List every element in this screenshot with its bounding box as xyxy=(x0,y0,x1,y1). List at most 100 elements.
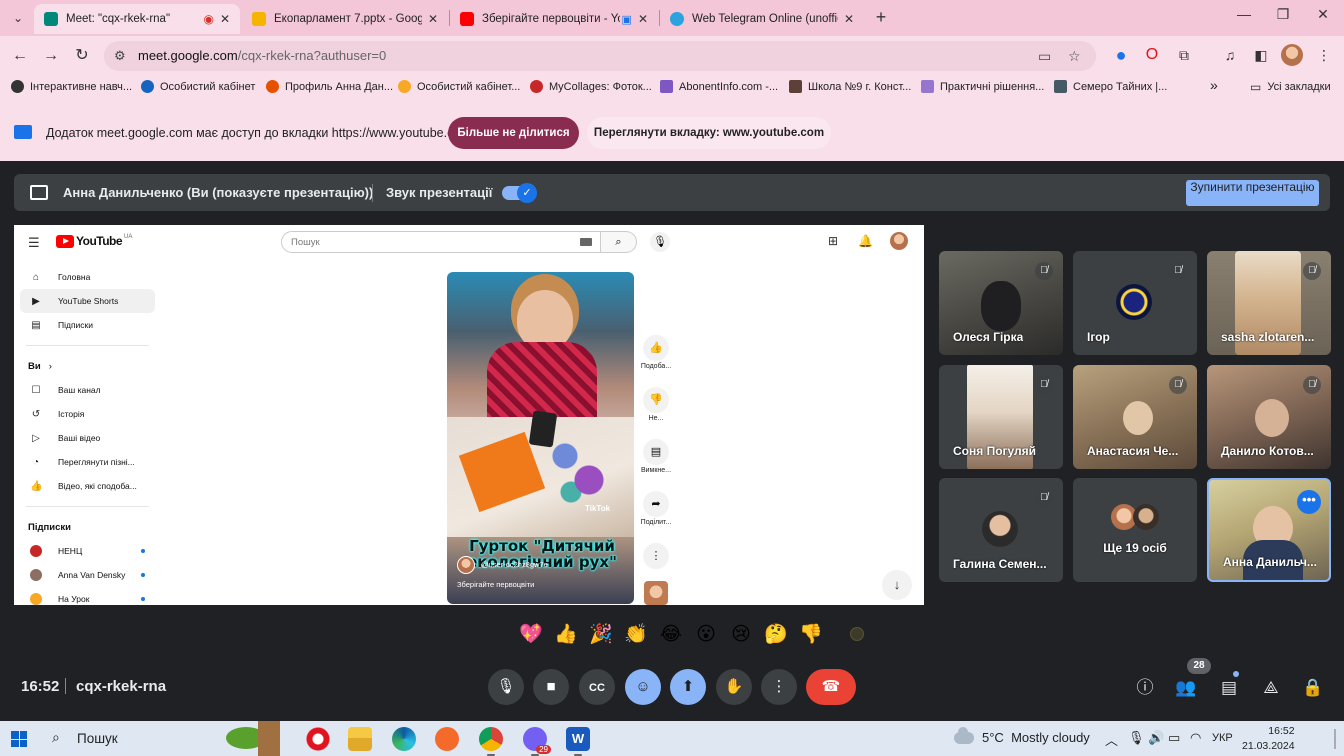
tab-meet[interactable]: Meet: "cqx-rkek-rna" ◉ ✕ xyxy=(34,4,240,34)
weather-widget[interactable]: 5°C Mostly cloudy xyxy=(954,726,1090,745)
taskbar-clock[interactable]: 16:52 21.03.2024 xyxy=(1242,724,1295,754)
browser-menu-icon[interactable]: ⋮ xyxy=(1313,44,1335,66)
reaction-sad-icon[interactable]: 😢 xyxy=(728,622,754,648)
presentation-sound-toggle[interactable]: ✓ xyxy=(502,183,537,203)
minimize-button[interactable]: — xyxy=(1229,6,1259,22)
address-bar[interactable]: ⚙ meet.google.com/cqx-rkek-rna?authuser=… xyxy=(104,41,1096,71)
all-bookmarks[interactable]: ▭ Усі закладки xyxy=(1250,80,1331,94)
yt-menu-icon[interactable]: ☰ xyxy=(28,235,40,251)
yt-search-input[interactable]: Пошук xyxy=(281,231,601,253)
wifi-icon[interactable]: ◠ xyxy=(1190,730,1201,746)
share-button[interactable]: ➦ Поділит... xyxy=(636,491,676,526)
view-tab-button[interactable]: Переглянути вкладку: www.youtube.com xyxy=(587,117,831,149)
participant-tile[interactable]: 🎙̸ Галина Семен... xyxy=(939,478,1063,582)
participant-tile[interactable]: 🎙̸ Соня Погуляй xyxy=(939,365,1063,469)
raise-hand-button[interactable]: ✋ xyxy=(716,669,752,705)
bookmark-item[interactable]: Практичні рішення... xyxy=(921,80,1044,93)
reaction-thinking-icon[interactable]: 🤔 xyxy=(763,622,789,648)
sidebar-sub-item[interactable]: Anna Van Densky xyxy=(20,563,155,587)
volume-icon[interactable]: 🔊 xyxy=(1148,730,1164,746)
yt-account-avatar[interactable] xyxy=(890,232,908,250)
reaction-heart-icon[interactable]: 💖 xyxy=(518,622,544,648)
sidebar-item-subscriptions[interactable]: ▤ Підписки xyxy=(20,313,155,337)
reaction-thumbs-down-icon[interactable]: 👎 xyxy=(798,622,824,648)
bookmark-item[interactable]: Особистий кабінет... xyxy=(398,80,520,93)
sidebar-item-watch-later[interactable]: ◔ Переглянути пізні... xyxy=(20,450,155,474)
reaction-laugh-icon[interactable]: 😂 xyxy=(658,622,684,648)
sidebar-item-home[interactable]: ⌂ Головна xyxy=(20,265,155,289)
profile-avatar[interactable] xyxy=(1281,44,1303,66)
reaction-clap-icon[interactable]: 👏 xyxy=(623,622,649,648)
bookmark-item[interactable]: Профиль Анна Дан... xyxy=(266,80,393,93)
reactions-button[interactable]: ☺ xyxy=(625,669,661,705)
app-orange-icon[interactable] xyxy=(435,727,459,751)
chrome-icon[interactable] xyxy=(479,727,503,756)
sidebar-item-shorts[interactable]: ▶ YouTube Shorts xyxy=(20,289,155,313)
stop-presenting-button[interactable]: Зупинити презентацію xyxy=(1186,180,1319,206)
next-short-button[interactable]: ↓ xyxy=(882,570,912,600)
bookmark-item[interactable]: Школа №9 г. Конст... xyxy=(789,80,911,93)
dislike-button[interactable]: 👎 Не... xyxy=(636,387,676,422)
self-tile[interactable]: ••• Анна Данильч... xyxy=(1207,478,1331,582)
sound-avatar[interactable] xyxy=(644,581,668,605)
close-tab-icon[interactable]: ✕ xyxy=(428,12,438,26)
side-panel-icon[interactable]: ◧ xyxy=(1250,44,1272,66)
taskbar-search[interactable]: ⌕ Пошук xyxy=(44,721,224,756)
back-button[interactable]: ← xyxy=(8,44,32,68)
windows-start-icon[interactable] xyxy=(11,731,27,747)
bookmark-item[interactable]: Семеро Тайних |... xyxy=(1054,80,1167,93)
keyboard-icon[interactable] xyxy=(580,238,592,246)
reaction-thumbs-up-icon[interactable]: 👍 xyxy=(553,622,579,648)
yt-voice-search-icon[interactable]: 🎙 xyxy=(650,232,670,252)
file-explorer-icon[interactable] xyxy=(348,727,372,751)
site-info-icon[interactable]: ⚙ xyxy=(114,48,126,64)
close-tab-icon[interactable]: ✕ xyxy=(220,12,230,26)
create-video-icon[interactable]: ⊞ xyxy=(828,234,838,248)
present-button[interactable]: ⬆ xyxy=(670,669,706,705)
extension-blue-dot-icon[interactable]: ● xyxy=(1110,44,1132,66)
display-icon[interactable]: ▭ xyxy=(1168,730,1180,746)
maximize-button[interactable]: ❐ xyxy=(1268,6,1298,23)
tray-mic-icon[interactable]: 🎙 xyxy=(1128,730,1145,746)
youtube-logo[interactable]: YouTube UA xyxy=(56,234,132,248)
sidebar-item-history[interactable]: ↺ Історія xyxy=(20,402,155,426)
activities-icon[interactable]: ⟁ xyxy=(1259,676,1283,700)
tab-search-button[interactable]: ⌄ xyxy=(6,6,30,30)
people-icon[interactable]: 👥 xyxy=(1174,676,1198,700)
bookmark-item[interactable]: Інтерактивне навч... xyxy=(11,80,132,93)
more-options-button[interactable]: ⋮ xyxy=(636,543,676,571)
chat-icon[interactable]: ▤ xyxy=(1217,676,1241,700)
bookmark-star-icon[interactable]: ☆ xyxy=(1068,48,1081,65)
viber-icon[interactable]: 29 xyxy=(523,727,551,756)
participant-tile[interactable]: 🎙̸ Олеся Гірка xyxy=(939,251,1063,355)
sidebar-sub-item[interactable]: На Урок xyxy=(20,587,155,605)
more-options-icon[interactable]: ••• xyxy=(1297,490,1321,514)
camera-icon[interactable]: ▭ xyxy=(1038,48,1051,65)
sidebar-item-your-videos[interactable]: ▷ Ваші відео xyxy=(20,426,155,450)
new-tab-button[interactable]: + xyxy=(870,6,892,28)
short-video-player[interactable]: TikTok Гурток "Дитячий екологічний рух" @… xyxy=(447,272,634,604)
stop-sharing-button[interactable]: Більше не ділитися xyxy=(448,117,579,149)
notifications-bell-icon[interactable]: 🔔 xyxy=(858,234,873,248)
bookmark-item[interactable]: Особистий кабінет xyxy=(141,80,255,93)
reaction-surprised-icon[interactable]: 😮 xyxy=(693,622,719,648)
media-control-icon[interactable]: ♫ xyxy=(1219,44,1241,66)
tab-slides[interactable]: Екопарламент 7.pptx - Google ✕ xyxy=(242,4,448,34)
channel-avatar[interactable] xyxy=(457,556,475,574)
bookmark-item[interactable]: AbonentInfo.com -... xyxy=(660,80,778,93)
bookmark-item[interactable]: MyCollages: Фоток... xyxy=(530,80,652,93)
participant-tile[interactable]: 🎙̸ Анастасия Че... xyxy=(1073,365,1197,469)
tab-telegram[interactable]: Web Telegram Online (unofficia ✕ xyxy=(660,4,864,34)
more-options-button[interactable]: ⋮ xyxy=(761,669,797,705)
short-channel-handle[interactable]: @user-dc2hz8gw7e xyxy=(481,560,548,569)
opera-taskbar-icon[interactable] xyxy=(306,727,330,751)
extensions-puzzle-icon[interactable]: ⧉ xyxy=(1173,44,1195,66)
meeting-details-icon[interactable]: ⓘ xyxy=(1133,676,1157,700)
close-window-button[interactable]: ✕ xyxy=(1308,6,1338,23)
edge-icon[interactable] xyxy=(392,727,416,751)
comments-button[interactable]: ▤ Вимкне... xyxy=(636,439,676,474)
close-tab-icon[interactable]: ✕ xyxy=(844,12,854,26)
microphone-button[interactable]: 🎙 xyxy=(488,669,524,705)
skin-tone-button[interactable] xyxy=(850,627,864,641)
sidebar-sub-item[interactable]: НЕНЦ xyxy=(20,539,155,563)
